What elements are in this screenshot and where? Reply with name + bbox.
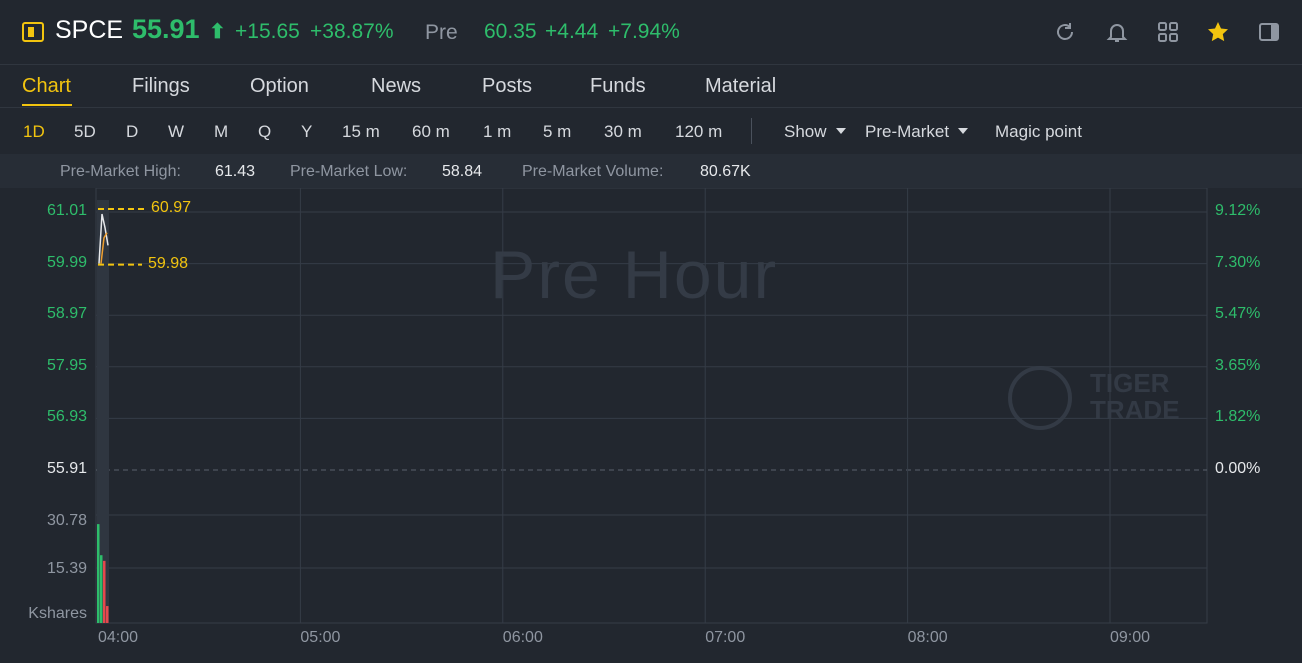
pct-tick-label: 7.30% — [1215, 253, 1261, 271]
period-y[interactable]: Y — [301, 122, 312, 142]
volume-bar — [106, 606, 109, 623]
pct-tick-label: 9.12% — [1215, 202, 1261, 219]
caret-down-icon — [835, 127, 846, 134]
period-1d[interactable]: 1D — [23, 122, 45, 142]
period-60m[interactable]: 60 m — [412, 122, 450, 142]
pre-market-change: +4.44 — [545, 20, 599, 43]
period-1m[interactable]: 1 m — [483, 122, 511, 142]
last-price: 55.91 — [132, 14, 200, 44]
bell-icon[interactable] — [1105, 20, 1129, 44]
price-tick-label: 55.91 — [46, 460, 87, 477]
premarket-low-value: 58.84 — [442, 163, 483, 180]
main-tabs: Chart Filings Option News Posts Funds Ma… — [0, 64, 1302, 108]
high-marker-label: 60.97 — [151, 199, 192, 216]
period-30m[interactable]: 30 m — [604, 122, 642, 142]
chart-frame — [95, 188, 1208, 624]
premarket-low-label: Pre-Market Low: — [290, 163, 408, 180]
price-tick-label: 59.99 — [46, 253, 87, 271]
market-status-icon — [22, 22, 44, 42]
pct-tick-label: 5.47% — [1215, 305, 1261, 323]
refresh-icon[interactable] — [1053, 20, 1077, 44]
volume-bar — [97, 524, 100, 623]
price-tick-label: 57.95 — [46, 356, 87, 374]
period-5m[interactable]: 5 m — [543, 122, 571, 142]
star-icon[interactable] — [1206, 20, 1230, 44]
intraday-chart[interactable]: Pre Hour TIGER TRADE 61.01 9.12% 59.99 7.30… — [0, 188, 1302, 663]
period-15m[interactable]: 15 m — [342, 122, 380, 142]
pct-tick-label: 0.00% — [1215, 460, 1261, 477]
tab-funds[interactable]: Funds — [590, 75, 646, 98]
tab-chart[interactable]: Chart — [22, 75, 71, 98]
pre-market-change-pct: +7.94% — [608, 20, 680, 43]
period-120m[interactable]: 120 m — [675, 122, 722, 142]
tab-material[interactable]: Material — [705, 75, 776, 98]
price-tick-label: 61.01 — [46, 202, 87, 219]
period-d[interactable]: D — [126, 122, 138, 142]
ticker-symbol[interactable]: SPCE — [55, 16, 123, 45]
tab-option[interactable]: Option — [250, 75, 309, 98]
tab-filings[interactable]: Filings — [132, 75, 190, 98]
premarket-volume-value: 80.67K — [700, 163, 751, 180]
premarket-high-value: 61.43 — [215, 163, 256, 180]
premarket-stats: Pre-Market High: 61.43 Pre-Market Low: 5… — [0, 154, 1302, 188]
volume-tick-label: 15.39 — [46, 560, 87, 577]
volume-bar — [100, 555, 103, 623]
price-change: +15.65 — [235, 20, 300, 43]
pre-market-label: Pre — [425, 21, 458, 44]
show-dropdown[interactable]: Show — [784, 122, 846, 142]
pct-tick-label: 3.65% — [1215, 356, 1261, 374]
period-m[interactable]: M — [214, 122, 228, 142]
volume-bar — [103, 560, 106, 623]
pre-market-price: 60.35 — [484, 20, 537, 43]
period-5d[interactable]: 5D — [74, 122, 96, 142]
price-change-pct: +38.87% — [310, 20, 394, 43]
low-marker-label: 59.98 — [148, 254, 189, 272]
active-tab-underline — [22, 104, 72, 106]
volume-unit-label: Kshares — [28, 605, 87, 622]
period-q[interactable]: Q — [258, 122, 271, 142]
time-tick-label: 05:00 — [300, 629, 341, 646]
tab-posts[interactable]: Posts — [482, 75, 532, 98]
time-tick-label: 06:00 — [502, 629, 543, 646]
chart-canvas — [95, 188, 1208, 624]
pct-tick-label: 1.82% — [1215, 408, 1261, 426]
quote-header: SPCE 55.91 ⬆ +15.65 +38.87% Pre 60.35 +4… — [0, 0, 1302, 64]
price-tick-label: 58.97 — [46, 305, 87, 323]
toolbar-divider — [751, 118, 752, 144]
time-tick-label: 09:00 — [1110, 629, 1151, 646]
time-tick-label: 04:00 — [98, 629, 139, 646]
grid-icon[interactable] — [1156, 20, 1180, 44]
up-arrow-icon: ⬆ — [209, 21, 226, 43]
time-tick-label: 07:00 — [705, 629, 746, 646]
price-tick-label: 56.93 — [46, 408, 87, 426]
time-tick-label: 08:00 — [907, 629, 948, 646]
premarket-label: Pre-Market — [865, 122, 950, 141]
magic-point-button[interactable]: Magic point — [995, 122, 1082, 142]
period-w[interactable]: W — [168, 122, 184, 142]
panel-icon[interactable] — [1257, 20, 1281, 44]
premarket-dropdown[interactable]: Pre-Market — [865, 122, 969, 142]
period-toolbar: 1D 5D D W M Q Y 15 m 60 m 1 m 5 m 30 m 1… — [0, 109, 1302, 153]
premarket-high-label: Pre-Market High: — [60, 163, 181, 180]
show-label: Show — [784, 122, 827, 141]
tab-news[interactable]: News — [371, 75, 421, 98]
volume-tick-label: 30.78 — [46, 512, 87, 529]
caret-down-icon — [958, 127, 969, 134]
premarket-volume-label: Pre-Market Volume: — [522, 163, 664, 180]
